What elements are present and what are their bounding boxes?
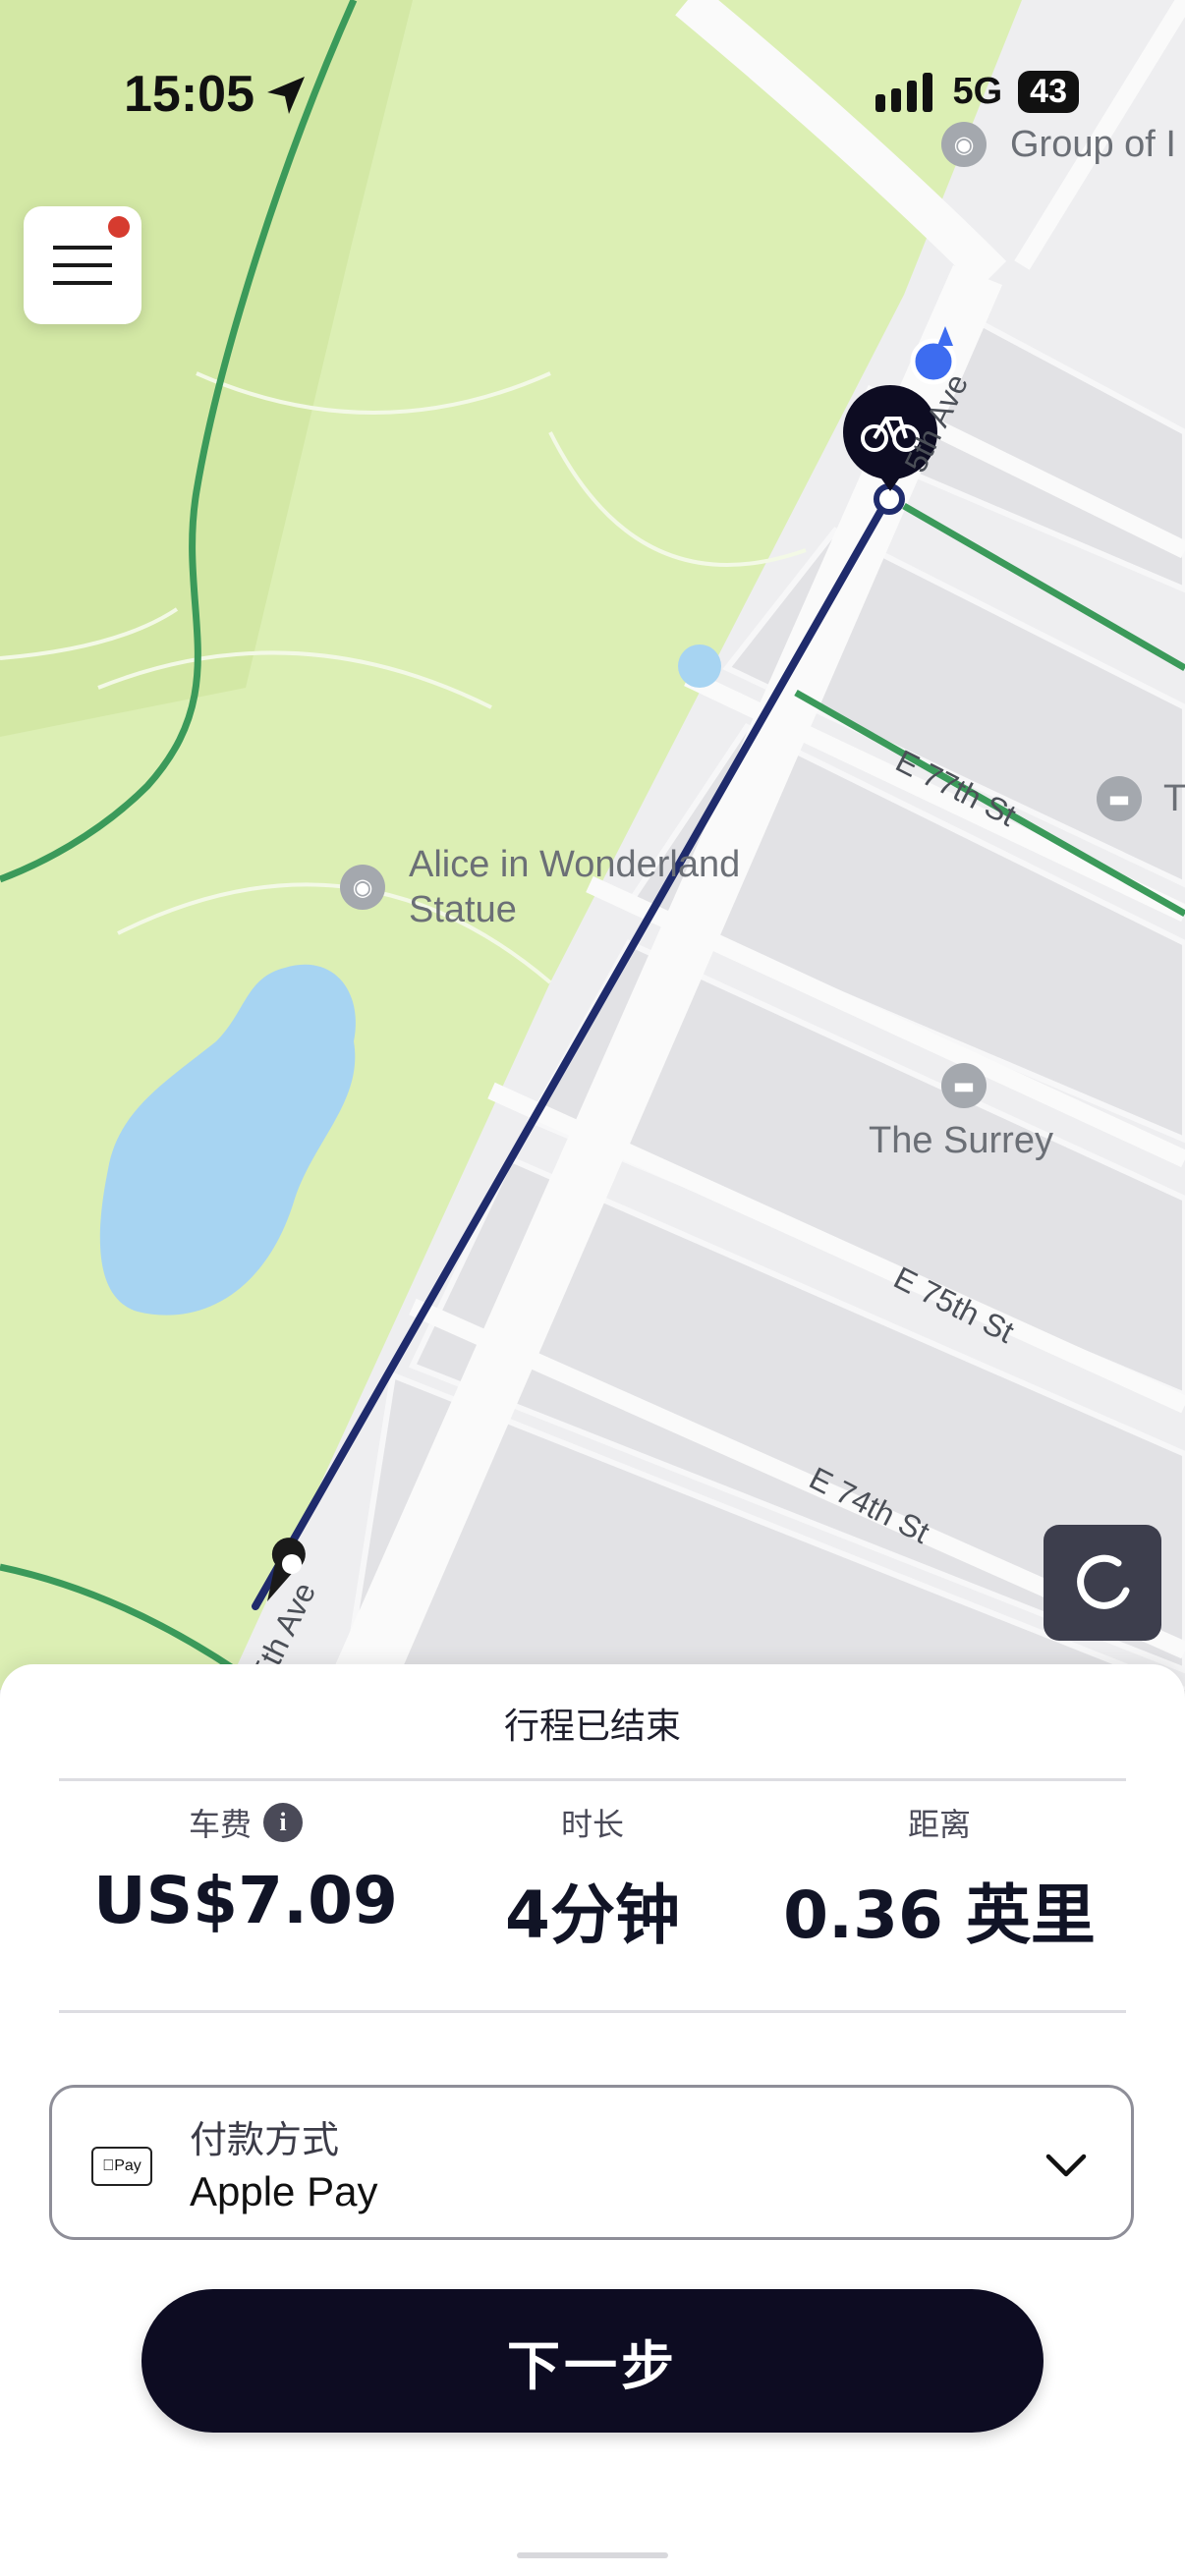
hotel-poi-icon: ▬ [941, 1063, 987, 1108]
stat-duration: 时长 4分钟 [406, 1800, 779, 1957]
sheet-title: 行程已结束 [503, 1707, 681, 1747]
location-arrow-icon [267, 77, 305, 114]
stat-distance: 距离 0.36 英里 [753, 1800, 1126, 1957]
trip-summary-sheet: 行程已结束 车费 i US$7.09 时长 4分钟 距离 0.36 英里 Pa… [0, 1664, 1185, 2576]
hotel-poi-icon: ▬ [1097, 776, 1142, 821]
home-indicator [517, 2552, 668, 2558]
chevron-down-icon [1045, 2154, 1087, 2177]
map-label-t: T [1163, 778, 1185, 819]
menu-button[interactable] [24, 206, 141, 324]
stat-fare-value: US$7.09 [93, 1863, 398, 1938]
info-icon[interactable]: i [263, 1803, 303, 1842]
apple-pay-logo-text: Pay [108, 2157, 141, 2174]
divider-top [59, 1778, 1126, 1781]
hamburger-icon [53, 246, 112, 285]
loading-spinner-icon [1077, 1554, 1130, 1609]
stat-distance-label: 距离 [907, 1806, 971, 1843]
map-label-group-of: Group of I [1010, 124, 1176, 165]
recenter-button[interactable] [1044, 1525, 1161, 1641]
status-right-group: 5G 43 [875, 71, 1079, 113]
map-label-the-surrey[interactable]: The Surrey [869, 1118, 1053, 1163]
map-view[interactable]: Group of I ◉ Alice in Wonderland Statue … [0, 0, 1185, 1693]
stat-duration-label: 时长 [560, 1806, 624, 1843]
camera-poi-icon: ◉ [941, 122, 987, 167]
status-time: 15:05 [124, 66, 254, 123]
payment-method-value: Apple Pay [190, 2168, 378, 2214]
payment-method-label: 付款方式 [190, 2118, 340, 2161]
apple-pay-logo-icon: Pay [91, 2147, 152, 2186]
map-label-alice-statue[interactable]: Alice in Wonderland Statue [409, 842, 740, 932]
stat-fare-label: 车费 [188, 1806, 252, 1843]
next-button[interactable]: 下一步 [141, 2289, 1044, 2433]
divider-bottom [59, 2010, 1126, 2013]
stat-fare: 车费 i US$7.09 [59, 1800, 432, 1938]
camera-poi-icon: ◉ [340, 865, 385, 910]
stat-duration-value: 4分钟 [505, 1877, 680, 1953]
small-pond [678, 644, 721, 688]
battery-level: 43 [1018, 71, 1079, 113]
notification-dot [108, 216, 130, 238]
payment-method-selector[interactable]: Pay 付款方式 Apple Pay [49, 2085, 1134, 2240]
stat-distance-value: 0.36 英里 [783, 1877, 1096, 1953]
signal-icon [875, 72, 933, 112]
network-type: 5G [952, 71, 1003, 112]
route-end-marker [874, 483, 905, 515]
